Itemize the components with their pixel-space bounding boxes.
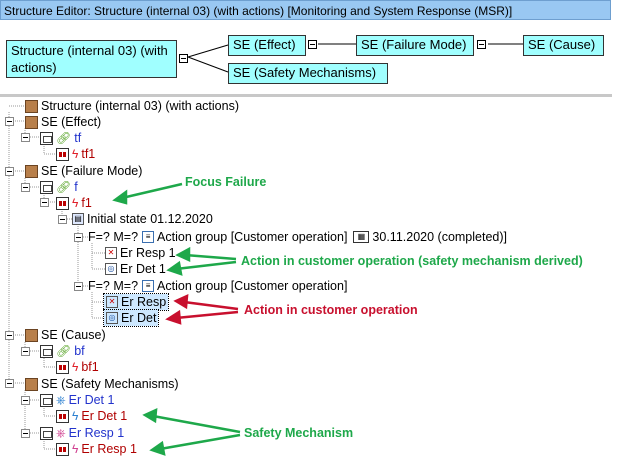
failure-bolt-icon: ϟ [72,147,79,161]
safety-failure-icon: ϟ [72,442,79,456]
tree-se-effect-label: SE (Effect) [41,115,102,129]
function-matrix-icon [40,426,53,440]
detection-action-icon: ◎ [105,263,117,275]
calendar-icon: ▦ [353,231,370,243]
structure-element-icon [25,115,38,129]
expand-toggle-effect-fm[interactable] [21,133,30,142]
tree-se-failure-mode-label: SE (Failure Mode) [41,164,143,178]
expand-toggle-f1[interactable] [40,198,49,207]
tree-f-label: f [74,180,78,194]
annotation-action-derived: Action in customer operation (safety mec… [241,254,583,268]
expand-toggle-sm-det[interactable] [21,396,30,405]
tree-f1[interactable]: ϟ f1 [56,195,92,211]
safety-failure-icon: ϟ [72,409,79,423]
expand-toggle-safety[interactable] [5,379,14,388]
tree-er-resp[interactable]: ✕ Er Resp [102,293,170,311]
tree-tf-label: tf [74,131,82,145]
optimization-state-icon: ▤ [72,213,84,225]
structure-element-icon [25,164,38,178]
expand-toggle-bf[interactable] [21,347,30,356]
failure-element-icon [56,409,69,423]
tree-er-det-1[interactable]: ◎ Er Det 1 [105,261,166,277]
tree-f[interactable]: 🔗︎ f [40,179,78,195]
function-matrix-icon [40,180,53,194]
failure-element-icon [56,442,69,456]
tree-sm-er-resp-1-child[interactable]: ϟ Er Resp 1 [56,441,137,457]
failure-bolt-icon: ϟ [72,196,79,210]
tree-action-group-1-label: Action group [Customer operation] [157,230,348,244]
tree-completed-label: 30.11.2020 (completed) [372,230,504,244]
structure-element-icon [25,328,38,342]
tree-er-det-1-label: Er Det 1 [120,262,166,276]
failure-element-icon [56,147,69,161]
tree-er-resp-label: Er Resp [121,295,167,309]
expand-toggle-action-group-2[interactable] [74,282,83,291]
tree-sm-er-resp-1[interactable]: ⎈ Er Resp 1 [40,425,124,441]
expand-toggle-failure-mode[interactable] [5,167,14,176]
tree-tf1-label: tf1 [81,147,96,161]
failure-bolt-icon: ϟ [72,360,79,374]
tree-action-group-1[interactable]: F=? M=? ≡ Action group [Customer operati… [88,229,507,245]
expand-toggle-effect[interactable] [5,117,14,126]
tree-se-cause[interactable]: SE (Cause) [25,327,106,343]
function-matrix-icon [40,131,53,145]
tree-initial-state-label: Initial state 01.12.2020 [87,212,213,226]
function-link-icon: 🔗︎ [56,180,72,194]
tree-fm-prefix-2: F=? M=? [88,279,139,293]
tree-bf[interactable]: 🔗︎ bf [40,343,85,359]
tree-sm-er-resp-1-label: Er Resp 1 [68,426,125,440]
annotation-focus-failure: Focus Failure [185,175,267,189]
tree-er-det-label: Er Det [121,311,157,325]
expand-toggle-f[interactable] [21,183,30,192]
expand-toggle-initial-state[interactable] [58,215,67,224]
tree-bf-label: bf [74,344,85,358]
tree-action-group-2-label: Action group [Customer operation] [157,279,348,293]
tree-se-safety[interactable]: SE (Safety Mechanisms) [25,376,179,392]
tree-fm-prefix-1: F=? M=? [88,230,139,244]
structure-element-icon [25,377,38,391]
safety-function-icon: ⎈ [56,392,66,407]
tree-sm-er-det-1-label: Er Det 1 [68,393,115,407]
tree-tf1[interactable]: ϟ tf1 [56,146,95,162]
expand-toggle-action-group-1[interactable] [74,233,83,242]
tree-se-safety-label: SE (Safety Mechanisms) [41,377,179,391]
tree-root[interactable]: Structure (internal 03) (with actions) [25,98,239,114]
failure-element-icon [56,360,69,374]
response-action-icon: ✕ [105,247,117,259]
tree-se-failure-mode[interactable]: SE (Failure Mode) [25,163,142,179]
tree-sm-er-det-1-child-label: Er Det 1 [81,409,128,423]
tree-sm-er-resp-1-child-label: Er Resp 1 [81,442,137,456]
action-group-icon: ≡ [142,231,155,243]
annotation-action: Action in customer operation [244,303,418,317]
tree-se-cause-label: SE (Cause) [41,328,106,342]
tree-sm-er-det-1[interactable]: ⎈ Er Det 1 [40,392,114,408]
tree-er-det[interactable]: ◎ Er Det [102,309,160,327]
detection-action-icon: ◎ [106,312,118,324]
tree-se-effect[interactable]: SE (Effect) [25,114,101,130]
function-matrix-icon [40,393,53,407]
tree-tf[interactable]: 🔗︎ tf [40,130,81,146]
tree-bf1-label: bf1 [81,360,99,374]
tree-f1-label: f1 [81,196,92,210]
failure-element-icon [56,196,69,210]
tree-action-group-2[interactable]: F=? M=? ≡ Action group [Customer operati… [88,278,347,294]
response-action-icon: ✕ [106,296,118,308]
expand-toggle-sm-resp[interactable] [21,429,30,438]
tree-bf1[interactable]: ϟ bf1 [56,359,99,375]
structure-element-icon [25,99,38,113]
tree-initial-state[interactable]: ▤ Initial state 01.12.2020 [72,211,213,227]
expand-toggle-cause[interactable] [5,331,14,340]
function-link-icon: 🔗︎ [56,131,72,145]
function-link-icon: 🔗︎ [56,344,72,358]
safety-function-icon: ⎈ [56,425,66,440]
function-matrix-icon [40,344,53,358]
tree-sm-er-det-1-child[interactable]: ϟ Er Det 1 [56,408,127,424]
action-group-icon: ≡ [142,280,155,292]
tree-er-resp-1-label: Er Resp 1 [120,246,176,260]
annotation-safety-mechanism: Safety Mechanism [244,426,354,440]
tree-er-resp-1[interactable]: ✕ Er Resp 1 [105,245,176,261]
tree-root-label: Structure (internal 03) (with actions) [41,99,239,113]
